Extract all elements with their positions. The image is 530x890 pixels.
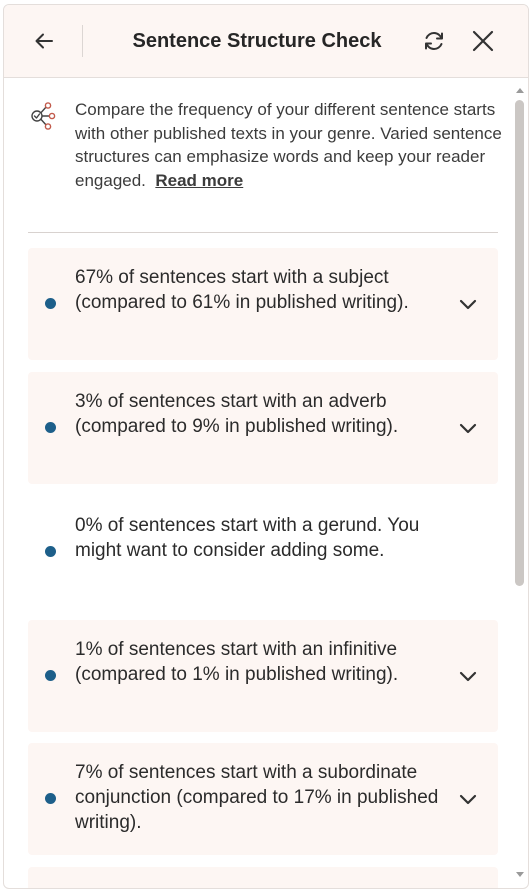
bullet-icon xyxy=(45,298,56,309)
list-item-text: 67% of sentences start with a subject (c… xyxy=(75,267,409,313)
bullet-icon xyxy=(45,546,56,557)
close-icon xyxy=(472,30,494,52)
read-more-link[interactable]: Read more xyxy=(155,171,243,190)
intro-divider xyxy=(28,232,498,233)
list-item-adverb[interactable]: 3% of sentences start with an adverb (co… xyxy=(28,372,498,484)
list-item-text: 3% of sentences start with an adverb (co… xyxy=(75,391,399,437)
intro-description: Compare the frequency of your different … xyxy=(75,98,503,192)
refresh-button[interactable] xyxy=(418,25,450,57)
refresh-icon xyxy=(425,32,443,50)
panel-title: Sentence Structure Check xyxy=(132,30,382,52)
list-item-text: 0% of sentences start with a gerund. You… xyxy=(75,515,420,561)
bullet-icon xyxy=(45,422,56,433)
back-button[interactable] xyxy=(28,25,60,57)
close-button[interactable] xyxy=(467,25,499,57)
list-item-subject[interactable]: 67% of sentences start with a subject (c… xyxy=(28,248,498,360)
sentence-structure-icon xyxy=(31,102,56,130)
panel-header: Sentence Structure Check xyxy=(4,5,528,78)
scroll-down-arrow-icon[interactable] xyxy=(516,872,524,877)
arrow-left-icon xyxy=(35,33,53,49)
scroll-up-arrow-icon[interactable] xyxy=(516,88,524,93)
panel-content: Compare the frequency of your different … xyxy=(4,78,512,888)
list-item-partial[interactable] xyxy=(28,867,498,888)
bullet-icon xyxy=(45,793,56,804)
list-item-infinitive[interactable]: 1% of sentences start with an infinitive… xyxy=(28,620,498,732)
list-item-gerund: 0% of sentences start with a gerund. You… xyxy=(28,496,498,608)
list-item-text: 1% of sentences start with an infinitive… xyxy=(75,639,399,685)
list-item-text: 7% of sentences start with a subordinate… xyxy=(75,762,439,833)
chevron-down-icon[interactable] xyxy=(456,292,480,316)
chevron-down-icon[interactable] xyxy=(456,787,480,811)
sentence-structure-panel: Sentence Structure Check Compare the fre… xyxy=(3,4,529,889)
bullet-icon xyxy=(45,670,56,681)
scrollbar[interactable] xyxy=(512,78,528,888)
list-item-subordinate-conjunction[interactable]: 7% of sentences start with a subordinate… xyxy=(28,743,498,855)
chevron-down-icon[interactable] xyxy=(456,664,480,688)
intro-text: Compare the frequency of your different … xyxy=(75,100,502,190)
scrollbar-thumb[interactable] xyxy=(515,100,524,586)
chevron-down-icon[interactable] xyxy=(456,416,480,440)
header-divider xyxy=(82,25,83,57)
